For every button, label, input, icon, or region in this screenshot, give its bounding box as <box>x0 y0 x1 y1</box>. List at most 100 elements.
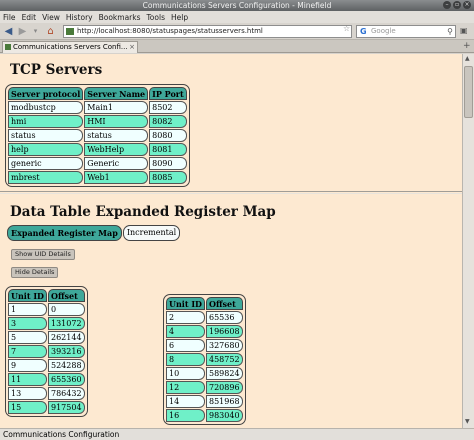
tab-incremental[interactable]: Incremental <box>122 225 181 241</box>
url-text: http://localhost:8080/statuspages/status… <box>77 27 263 35</box>
window-titlebar: Communications Servers Configuration - M… <box>0 0 474 11</box>
offset-cell: 458752 <box>206 353 243 366</box>
minimize-icon[interactable]: – <box>443 1 451 9</box>
unit-id-cell: 8 <box>166 353 205 366</box>
menu-view[interactable]: View <box>42 13 60 22</box>
menu-file[interactable]: File <box>3 13 16 22</box>
close-icon[interactable]: × <box>463 1 471 9</box>
table-row: 12 720896 <box>166 381 243 394</box>
table-row: 14 851968 <box>166 395 243 408</box>
tab-favicon-icon <box>5 44 11 50</box>
tab-expanded-register-map[interactable]: Expanded Register Map <box>7 225 122 241</box>
column-header-unit-id: Unit ID <box>166 297 205 310</box>
search-icon[interactable]: ⚲ <box>447 26 453 37</box>
offset-cell: 131072 <box>48 317 85 330</box>
bookmark-star-icon[interactable]: ☆ <box>343 24 350 33</box>
unit-id-cell: 9 <box>8 359 47 372</box>
google-engine-icon[interactable]: G <box>360 26 367 37</box>
register-map-heading: Data Table Expanded Register Map <box>10 204 276 220</box>
search-field[interactable]: G Google ⚲ <box>356 25 456 38</box>
unit-id-cell: 1 <box>8 303 47 316</box>
new-tab-icon[interactable]: + <box>463 41 471 51</box>
table-row: 3 131072 <box>8 317 85 330</box>
table-row: status status 8080 <box>8 129 187 142</box>
window-title: Communications Servers Configuration - M… <box>142 1 332 10</box>
navigation-toolbar: ◀ ▶ ▾ ⌂ http://localhost:8080/statuspage… <box>0 23 474 40</box>
tab-strip: Communications Servers Confi... × + <box>0 40 474 53</box>
search-placeholder: Google <box>371 27 396 35</box>
maximize-icon[interactable]: ▫ <box>453 1 461 9</box>
hide-details-button[interactable]: Hide Details <box>11 267 59 278</box>
page-scrollbar[interactable]: ▲ ▼ <box>462 54 474 428</box>
unit-id-cell: 3 <box>8 317 47 330</box>
offset-cell: 393216 <box>48 345 85 358</box>
column-header-server-protocol: Server protocol <box>8 87 84 100</box>
offset-cell: 262144 <box>48 331 85 344</box>
offset-cell: 983040 <box>206 409 243 422</box>
menu-edit[interactable]: Edit <box>22 13 37 22</box>
unit-id-cell: 5 <box>8 331 47 344</box>
window-controls: – ▫ × <box>443 1 471 9</box>
sidebar-toggle-icon[interactable]: ▣ <box>460 26 471 37</box>
server-name-cell: status <box>84 129 149 142</box>
tcp-servers-heading: TCP Servers <box>10 62 103 78</box>
unit-offset-table-right: Unit ID Offset 2 65536 4 196608 6 327680… <box>163 294 246 425</box>
unit-id-cell: 16 <box>166 409 205 422</box>
column-header-offset: Offset <box>206 297 243 310</box>
table-row: 1 0 <box>8 303 85 316</box>
offset-cell: 524288 <box>48 359 85 372</box>
table-row: 2 65536 <box>166 311 243 324</box>
site-favicon-icon <box>66 28 74 35</box>
server-name-cell: Web1 <box>84 171 149 184</box>
menu-bar: File Edit View History Bookmarks Tools H… <box>0 11 474 23</box>
table-row: mbrest Web1 8085 <box>8 171 187 184</box>
table-row: 6 327680 <box>166 339 243 352</box>
tab-label: Communications Servers Confi... <box>13 43 128 51</box>
menu-tools[interactable]: Tools <box>147 13 165 22</box>
ip-port-cell: 8080 <box>149 129 187 142</box>
url-field[interactable]: http://localhost:8080/statuspages/status… <box>63 25 352 38</box>
back-arrow-icon[interactable]: ◀ <box>2 25 15 38</box>
unit-id-cell: 6 <box>166 339 205 352</box>
offset-cell: 589824 <box>206 367 243 380</box>
tcp-servers-section: TCP Servers Server protocol Server Name … <box>0 54 462 192</box>
ip-port-cell: 8090 <box>149 157 187 170</box>
column-header-ip-port: IP Port <box>149 87 187 100</box>
table-row: 13 786432 <box>8 387 85 400</box>
tcp-servers-table: Server protocol Server Name IP Port modb… <box>5 84 190 187</box>
unit-id-cell: 4 <box>166 325 205 338</box>
offset-cell: 720896 <box>206 381 243 394</box>
scroll-up-arrow-icon[interactable]: ▲ <box>465 55 470 62</box>
tab-close-icon[interactable]: × <box>129 42 135 53</box>
offset-cell: 327680 <box>206 339 243 352</box>
status-bar: Communications Configuration <box>0 428 474 440</box>
unit-offset-table-left: Unit ID Offset 1 0 3 131072 5 262144 7 3… <box>5 286 88 417</box>
table-row: help WebHelp 8081 <box>8 143 187 156</box>
home-icon[interactable]: ⌂ <box>44 25 57 38</box>
table-row: 9 524288 <box>8 359 85 372</box>
register-map-section: Data Table Expanded Register Map Expande… <box>0 193 462 428</box>
scrollbar-thumb[interactable] <box>464 66 473 118</box>
history-dropdown-icon[interactable]: ▾ <box>29 25 42 38</box>
offset-cell: 917504 <box>48 401 85 414</box>
menu-history[interactable]: History <box>66 13 93 22</box>
unit-id-cell: 11 <box>8 373 47 386</box>
scroll-down-arrow-icon[interactable]: ▼ <box>465 418 470 425</box>
tab-communications-servers[interactable]: Communications Servers Confi... × <box>2 41 138 53</box>
menu-bookmarks[interactable]: Bookmarks <box>99 13 141 22</box>
server-name-cell: Generic <box>84 157 149 170</box>
offset-cell: 0 <box>48 303 85 316</box>
unit-id-cell: 10 <box>166 367 205 380</box>
forward-arrow-icon[interactable]: ▶ <box>16 25 29 38</box>
show-uid-details-button[interactable]: Show UID Details <box>11 249 75 260</box>
ip-port-cell: 8085 <box>149 171 187 184</box>
offset-cell: 655360 <box>48 373 85 386</box>
menu-help[interactable]: Help <box>171 13 188 22</box>
offset-cell: 851968 <box>206 395 243 408</box>
table-row: 7 393216 <box>8 345 85 358</box>
column-header-unit-id: Unit ID <box>8 289 47 302</box>
server-protocol-cell: generic <box>8 157 84 170</box>
server-protocol-cell: hmi <box>8 115 84 128</box>
status-text: Communications Configuration <box>3 430 120 439</box>
register-map-view-tabs: Expanded Register Map Incremental <box>7 225 181 241</box>
